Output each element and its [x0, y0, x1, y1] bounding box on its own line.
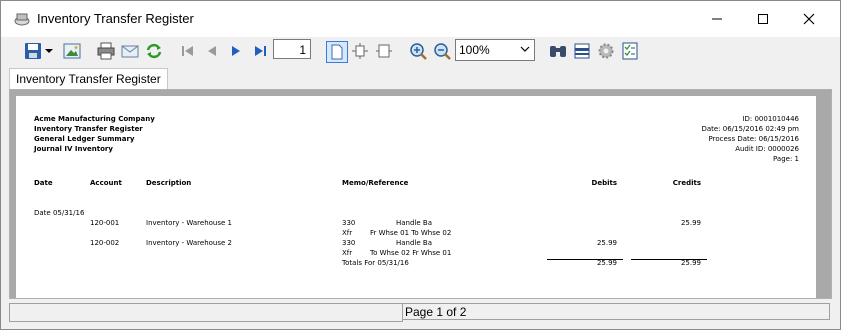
company-name: Acme Manufacturing Company: [34, 115, 155, 123]
window-title: Inventory Transfer Register: [37, 11, 194, 26]
report-title: Inventory Transfer Register: [34, 125, 143, 133]
process-date: Process Date: 06/15/2016: [708, 135, 799, 143]
minimize-icon: [712, 18, 722, 20]
row-2-account: 120-002: [90, 239, 120, 247]
page-setup-button[interactable]: [572, 41, 592, 61]
fit-page-button[interactable]: [350, 41, 370, 61]
column-header-memo: Memo/Reference: [342, 179, 409, 187]
totals-debit: 25.99: [596, 259, 617, 267]
page-icon: [331, 44, 343, 60]
row-1-description: Inventory - Warehouse 1: [146, 219, 232, 227]
last-page-button[interactable]: [250, 41, 270, 61]
save-button[interactable]: [23, 41, 43, 61]
row-2-memo2-text: To Whse 02 Fr Whse 01: [370, 249, 452, 257]
envelope-icon: [121, 45, 139, 58]
printer-icon: [97, 42, 115, 60]
zoom-out-button[interactable]: [432, 41, 452, 61]
column-header-date: Date: [34, 179, 53, 187]
close-icon: [803, 13, 815, 25]
row-2-debit: 25.99: [596, 239, 617, 247]
report-preview-area[interactable]: Acme Manufacturing Company Inventory Tra…: [9, 89, 832, 299]
row-2-memo-text: Handle Ba: [396, 239, 433, 247]
gear-icon: [598, 43, 614, 59]
page-label: Page: 1: [773, 155, 799, 163]
dropdown-arrow-icon: [45, 49, 53, 53]
minimize-button[interactable]: [694, 1, 740, 37]
single-page-view-button[interactable]: [326, 41, 348, 63]
column-header-debits: Debits: [591, 179, 617, 187]
date-group-label: Date 05/31/16: [34, 209, 85, 217]
previous-page-icon: [208, 46, 216, 56]
row-2-memo2-code: Xfr: [342, 249, 353, 257]
totals-label: Totals For 05/31/16: [342, 259, 409, 267]
find-button[interactable]: [548, 41, 568, 61]
maximize-icon: [758, 14, 768, 24]
row-1-memo-text: Handle Ba: [396, 219, 433, 227]
row-1-credit: 25.99: [680, 219, 701, 227]
report-id: ID: 0001010446: [742, 115, 799, 123]
report-date: Date: 06/15/2016 02:49 pm: [701, 125, 799, 133]
title-bar: Inventory Transfer Register: [1, 1, 840, 37]
next-page-icon: [232, 46, 240, 56]
last-page-icon: [255, 46, 266, 56]
tab-inventory-transfer-register[interactable]: Inventory Transfer Register: [9, 68, 168, 90]
zoom-out-icon: [434, 43, 451, 60]
page-number-input[interactable]: 1: [273, 39, 311, 59]
report-viewer-window: Inventory Transfer Register 1 100% Inven…: [0, 0, 841, 330]
parameters-button[interactable]: [620, 41, 640, 61]
status-page-info: Page 1 of 2: [402, 303, 830, 320]
fit-page-icon: [352, 43, 368, 59]
chevron-down-icon: [520, 46, 530, 52]
floppy-disk-icon: [25, 43, 41, 59]
row-1-memo2-code: Xfr: [342, 229, 353, 237]
row-2-memo-code: 330: [342, 239, 356, 247]
next-page-button[interactable]: [226, 41, 246, 61]
report-page: Acme Manufacturing Company Inventory Tra…: [16, 96, 816, 298]
zoom-in-button[interactable]: [408, 41, 428, 61]
row-1-memo-code: 330: [342, 219, 356, 227]
zoom-in-icon: [410, 43, 427, 60]
status-bar: Page 1 of 2: [1, 301, 840, 329]
journal-name: Journal IV Inventory: [34, 145, 113, 153]
close-button[interactable]: [786, 1, 832, 37]
image-icon: [63, 43, 81, 59]
zoom-select[interactable]: 100%: [455, 39, 535, 61]
audit-id: Audit ID: 0000026: [735, 145, 799, 153]
app-icon: [14, 13, 30, 26]
totals-credit: 25.99: [680, 259, 701, 267]
refresh-button[interactable]: [144, 41, 164, 61]
column-header-description: Description: [146, 179, 192, 187]
first-page-button[interactable]: [178, 41, 198, 61]
page-setup-icon: [574, 43, 590, 59]
binoculars-icon: [550, 46, 566, 57]
email-button[interactable]: [120, 41, 140, 61]
checklist-icon: [622, 42, 638, 60]
fit-width-icon: [376, 44, 392, 58]
row-1-memo2-text: Fr Whse 01 To Whse 02: [370, 229, 452, 237]
tab-bar: Inventory Transfer Register: [1, 67, 840, 90]
save-dropdown-button[interactable]: [43, 41, 55, 61]
zoom-value: 100%: [459, 43, 490, 57]
print-button[interactable]: [96, 41, 116, 61]
status-panel-left: [9, 303, 403, 322]
first-page-icon: [182, 46, 193, 56]
row-1-account: 120-001: [90, 219, 120, 227]
row-2-description: Inventory - Warehouse 2: [146, 239, 232, 247]
maximize-button[interactable]: [740, 1, 786, 37]
fit-width-button[interactable]: [374, 41, 394, 61]
export-image-button[interactable]: [62, 41, 82, 61]
report-subtitle: General Ledger Summary: [34, 135, 135, 143]
column-header-credits: Credits: [672, 179, 701, 187]
settings-button[interactable]: [596, 41, 616, 61]
previous-page-button[interactable]: [202, 41, 222, 61]
refresh-icon: [146, 43, 162, 59]
column-header-account: Account: [90, 179, 122, 187]
